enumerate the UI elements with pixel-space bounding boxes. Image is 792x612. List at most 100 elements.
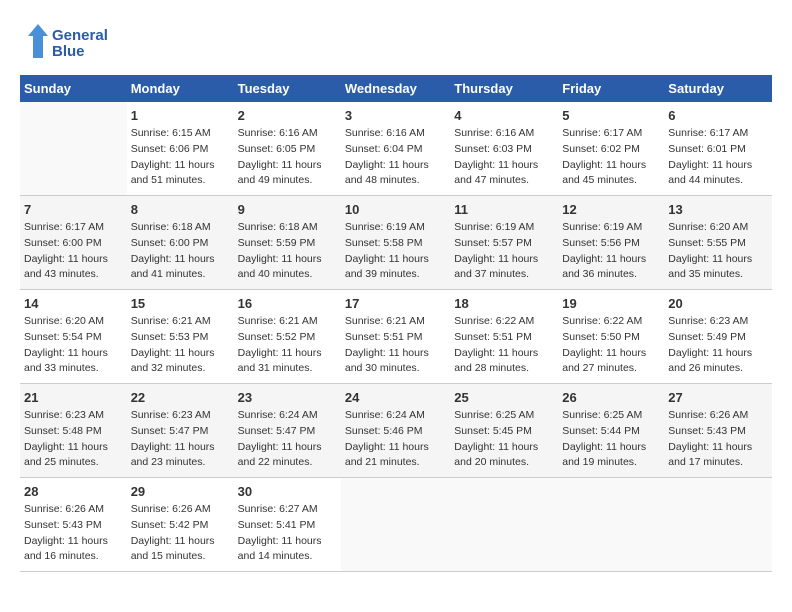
day-number: 23 — [238, 390, 337, 405]
day-number: 9 — [238, 202, 337, 217]
day-number: 26 — [562, 390, 660, 405]
day-info: Sunrise: 6:17 AM Sunset: 6:02 PM Dayligh… — [562, 126, 660, 189]
day-cell: 3 Sunrise: 6:16 AM Sunset: 6:04 PM Daylig… — [341, 102, 450, 196]
day-cell: 12 Sunrise: 6:19 AM Sunset: 5:56 PM Dayli… — [558, 196, 664, 290]
day-cell: 5 Sunrise: 6:17 AM Sunset: 6:02 PM Daylig… — [558, 102, 664, 196]
day-cell: 29 Sunrise: 6:26 AM Sunset: 5:42 PM Dayli… — [127, 478, 234, 572]
day-info: Sunrise: 6:19 AM Sunset: 5:58 PM Dayligh… — [345, 220, 446, 283]
day-cell: 7Sunrise: 6:17 AM Sunset: 6:00 PM Daylig… — [20, 196, 127, 290]
day-info: Sunrise: 6:20 AM Sunset: 5:54 PM Dayligh… — [24, 314, 123, 377]
day-info: Sunrise: 6:15 AM Sunset: 6:06 PM Dayligh… — [131, 126, 230, 189]
day-info: Sunrise: 6:26 AM Sunset: 5:43 PM Dayligh… — [668, 408, 768, 471]
day-info: Sunrise: 6:16 AM Sunset: 6:03 PM Dayligh… — [454, 126, 554, 189]
weekday-header-wednesday: Wednesday — [341, 75, 450, 102]
day-number: 27 — [668, 390, 768, 405]
day-cell: 9 Sunrise: 6:18 AM Sunset: 5:59 PM Daylig… — [234, 196, 341, 290]
day-info: Sunrise: 6:22 AM Sunset: 5:51 PM Dayligh… — [454, 314, 554, 377]
day-info: Sunrise: 6:16 AM Sunset: 6:05 PM Dayligh… — [238, 126, 337, 189]
day-info: Sunrise: 6:24 AM Sunset: 5:47 PM Dayligh… — [238, 408, 337, 471]
weekday-header-saturday: Saturday — [664, 75, 772, 102]
day-cell: 17 Sunrise: 6:21 AM Sunset: 5:51 PM Dayli… — [341, 290, 450, 384]
day-cell: 22Sunrise: 6:23 AM Sunset: 5:47 PM Dayli… — [127, 384, 234, 478]
day-info: Sunrise: 6:23 AM Sunset: 5:48 PM Dayligh… — [24, 408, 123, 471]
day-number: 13 — [668, 202, 768, 217]
svg-text:Blue: Blue — [52, 43, 85, 60]
day-info: Sunrise: 6:19 AM Sunset: 5:56 PM Dayligh… — [562, 220, 660, 283]
day-number: 16 — [238, 296, 337, 311]
day-cell: 8 Sunrise: 6:18 AM Sunset: 6:00 PM Daylig… — [127, 196, 234, 290]
day-info: Sunrise: 6:25 AM Sunset: 5:44 PM Dayligh… — [562, 408, 660, 471]
day-cell: 11 Sunrise: 6:19 AM Sunset: 5:57 PM Dayli… — [450, 196, 558, 290]
weekday-header-sunday: Sunday — [20, 75, 127, 102]
day-number: 21 — [24, 390, 123, 405]
week-row-2: 7Sunrise: 6:17 AM Sunset: 6:00 PM Daylig… — [20, 196, 772, 290]
day-cell: 1 Sunrise: 6:15 AM Sunset: 6:06 PM Daylig… — [127, 102, 234, 196]
weekday-header-thursday: Thursday — [450, 75, 558, 102]
day-cell: 24Sunrise: 6:24 AM Sunset: 5:46 PM Dayli… — [341, 384, 450, 478]
day-cell: 18 Sunrise: 6:22 AM Sunset: 5:51 PM Dayli… — [450, 290, 558, 384]
day-cell: 13 Sunrise: 6:20 AM Sunset: 5:55 PM Dayli… — [664, 196, 772, 290]
day-info: Sunrise: 6:16 AM Sunset: 6:04 PM Dayligh… — [345, 126, 446, 189]
day-number: 28 — [24, 484, 123, 499]
day-info: Sunrise: 6:25 AM Sunset: 5:45 PM Dayligh… — [454, 408, 554, 471]
day-number: 2 — [238, 108, 337, 123]
weekday-header-row: SundayMondayTuesdayWednesdayThursdayFrid… — [20, 75, 772, 102]
day-info: Sunrise: 6:26 AM Sunset: 5:43 PM Dayligh… — [24, 502, 123, 565]
svg-text:General: General — [52, 27, 108, 44]
day-info: Sunrise: 6:20 AM Sunset: 5:55 PM Dayligh… — [668, 220, 768, 283]
day-cell: 23 Sunrise: 6:24 AM Sunset: 5:47 PM Dayli… — [234, 384, 341, 478]
day-number: 11 — [454, 202, 554, 217]
page-header: General Blue — [20, 20, 772, 65]
day-cell: 20Sunrise: 6:23 AM Sunset: 5:49 PM Dayli… — [664, 290, 772, 384]
day-number: 6 — [668, 108, 768, 123]
day-cell: 14 Sunrise: 6:20 AM Sunset: 5:54 PM Dayli… — [20, 290, 127, 384]
day-cell: 10 Sunrise: 6:19 AM Sunset: 5:58 PM Dayli… — [341, 196, 450, 290]
day-cell: 19Sunrise: 6:22 AM Sunset: 5:50 PM Dayli… — [558, 290, 664, 384]
day-number: 19 — [562, 296, 660, 311]
day-number: 3 — [345, 108, 446, 123]
day-number: 25 — [454, 390, 554, 405]
day-cell: 28 Sunrise: 6:26 AM Sunset: 5:43 PM Dayli… — [20, 478, 127, 572]
day-info: Sunrise: 6:18 AM Sunset: 5:59 PM Dayligh… — [238, 220, 337, 283]
day-cell: 4 Sunrise: 6:16 AM Sunset: 6:03 PM Daylig… — [450, 102, 558, 196]
day-info: Sunrise: 6:21 AM Sunset: 5:51 PM Dayligh… — [345, 314, 446, 377]
day-number: 29 — [131, 484, 230, 499]
day-cell: 6 Sunrise: 6:17 AM Sunset: 6:01 PM Daylig… — [664, 102, 772, 196]
day-cell: 26 Sunrise: 6:25 AM Sunset: 5:44 PM Dayli… — [558, 384, 664, 478]
day-info: Sunrise: 6:17 AM Sunset: 6:01 PM Dayligh… — [668, 126, 768, 189]
day-number: 18 — [454, 296, 554, 311]
day-cell: 25 Sunrise: 6:25 AM Sunset: 5:45 PM Dayli… — [450, 384, 558, 478]
day-cell: 30Sunrise: 6:27 AM Sunset: 5:41 PM Dayli… — [234, 478, 341, 572]
day-number: 17 — [345, 296, 446, 311]
day-number: 14 — [24, 296, 123, 311]
logo-svg: General Blue — [20, 20, 130, 65]
day-number: 30 — [238, 484, 337, 499]
weekday-header-friday: Friday — [558, 75, 664, 102]
day-number: 1 — [131, 108, 230, 123]
day-cell — [450, 478, 558, 572]
day-cell: 16 Sunrise: 6:21 AM Sunset: 5:52 PM Dayli… — [234, 290, 341, 384]
day-cell: 2 Sunrise: 6:16 AM Sunset: 6:05 PM Daylig… — [234, 102, 341, 196]
day-number: 8 — [131, 202, 230, 217]
day-number: 20 — [668, 296, 768, 311]
weekday-header-tuesday: Tuesday — [234, 75, 341, 102]
week-row-1: 1 Sunrise: 6:15 AM Sunset: 6:06 PM Daylig… — [20, 102, 772, 196]
day-info: Sunrise: 6:21 AM Sunset: 5:52 PM Dayligh… — [238, 314, 337, 377]
day-number: 22 — [131, 390, 230, 405]
day-number: 5 — [562, 108, 660, 123]
day-info: Sunrise: 6:21 AM Sunset: 5:53 PM Dayligh… — [131, 314, 230, 377]
day-info: Sunrise: 6:18 AM Sunset: 6:00 PM Dayligh… — [131, 220, 230, 283]
day-number: 4 — [454, 108, 554, 123]
day-cell — [20, 102, 127, 196]
day-number: 12 — [562, 202, 660, 217]
day-cell — [558, 478, 664, 572]
day-info: Sunrise: 6:26 AM Sunset: 5:42 PM Dayligh… — [131, 502, 230, 565]
weekday-header-monday: Monday — [127, 75, 234, 102]
day-info: Sunrise: 6:24 AM Sunset: 5:46 PM Dayligh… — [345, 408, 446, 471]
day-number: 10 — [345, 202, 446, 217]
day-cell: 27 Sunrise: 6:26 AM Sunset: 5:43 PM Dayli… — [664, 384, 772, 478]
day-info: Sunrise: 6:19 AM Sunset: 5:57 PM Dayligh… — [454, 220, 554, 283]
calendar-table: SundayMondayTuesdayWednesdayThursdayFrid… — [20, 75, 772, 572]
week-row-4: 21 Sunrise: 6:23 AM Sunset: 5:48 PM Dayli… — [20, 384, 772, 478]
day-number: 15 — [131, 296, 230, 311]
